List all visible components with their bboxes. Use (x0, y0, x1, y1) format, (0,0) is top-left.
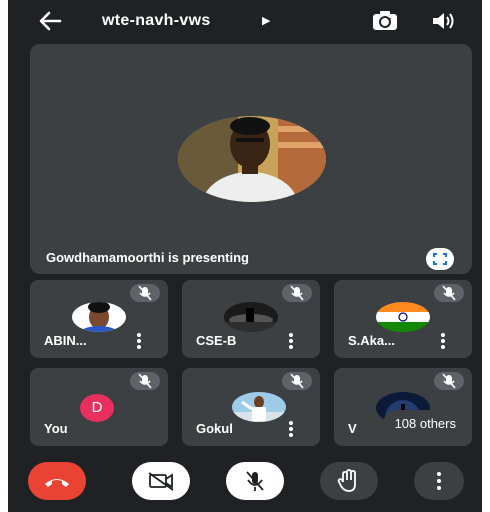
participant-name: ABIN... (44, 333, 87, 348)
end-call-button[interactable] (28, 462, 86, 500)
mic-off-icon (282, 372, 312, 390)
participant-name: You (44, 421, 68, 436)
more-vert-icon (437, 472, 441, 490)
participant-tile[interactable]: S.Aka... (334, 280, 472, 358)
participant-tile[interactable]: ABIN... (30, 280, 168, 358)
mic-off-icon (434, 284, 464, 302)
avatar-initial: D (80, 394, 114, 422)
presenting-status: Gowdhamamoorthi is presenting (46, 250, 249, 265)
mic-off-icon (130, 372, 160, 390)
raise-hand-button[interactable] (320, 462, 378, 500)
mic-off-icon (130, 284, 160, 302)
participant-tile-self[interactable]: D You (30, 368, 168, 446)
camera-switch-icon (373, 11, 397, 30)
presenter-tile: Gowdhamamoorthi is presenting (30, 44, 472, 274)
more-vert-icon[interactable] (438, 332, 448, 350)
more-options-button[interactable] (414, 462, 464, 500)
back-button[interactable] (36, 8, 64, 34)
hand-icon (337, 469, 356, 492)
fullscreen-icon (433, 253, 447, 265)
participant-tile[interactable]: V 108 others (334, 368, 472, 446)
participant-name: S.Aka... (348, 333, 395, 348)
mic-off-icon (246, 471, 264, 491)
switch-camera-button[interactable] (370, 8, 400, 34)
participant-tile[interactable]: Gokul (182, 368, 320, 446)
participant-tile[interactable]: CSE-B (182, 280, 320, 358)
presenter-avatar (178, 116, 326, 202)
more-vert-icon[interactable] (286, 332, 296, 350)
avatar (232, 392, 286, 422)
arrow-left-icon (39, 11, 62, 31)
call-end-icon (45, 479, 69, 487)
avatar (72, 302, 126, 332)
video-off-icon (148, 472, 174, 491)
meet-screen: wte-navh-vws ▶ Gowdhamamoorthi is presen… (8, 0, 482, 512)
participant-name: V (348, 421, 357, 436)
fullscreen-button[interactable] (426, 248, 454, 270)
caret-right-icon[interactable]: ▶ (262, 14, 270, 27)
participant-name: Gokul (196, 421, 233, 436)
avatar (376, 302, 430, 332)
others-count-badge[interactable]: 108 others (382, 410, 468, 438)
top-bar: wte-navh-vws ▶ (8, 0, 482, 42)
speaker-icon (433, 13, 454, 29)
speaker-button[interactable] (430, 9, 456, 33)
avatar (224, 302, 278, 332)
more-vert-icon[interactable] (134, 332, 144, 350)
more-vert-icon[interactable] (286, 420, 296, 438)
camera-toggle-button[interactable] (132, 462, 190, 500)
mic-off-icon (434, 372, 464, 390)
mic-off-icon (282, 284, 312, 302)
mic-toggle-button[interactable] (226, 462, 284, 500)
participant-name: CSE-B (196, 333, 237, 348)
meeting-code[interactable]: wte-navh-vws (102, 12, 211, 30)
